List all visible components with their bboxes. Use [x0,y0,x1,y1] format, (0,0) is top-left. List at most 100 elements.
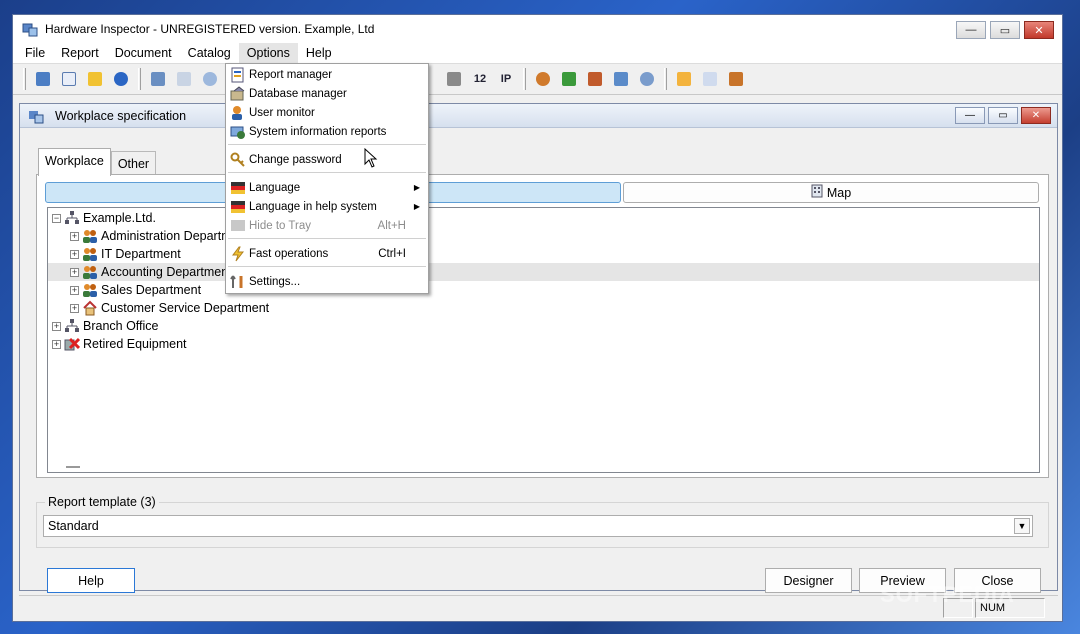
refresh-icon[interactable] [636,68,658,90]
workplace-tree[interactable]: − Example.Ltd. + Administration Departme… [47,207,1040,473]
org-chart-icon [64,210,80,226]
toolbar-grip[interactable] [23,68,26,90]
menu-item-change-password[interactable]: Change password [226,150,428,169]
tree-node-administration[interactable]: + Administration Department [48,227,1039,245]
minimize-button[interactable]: — [956,21,986,39]
tools-icon[interactable] [725,68,747,90]
tree-node-retired-equipment[interactable]: + Retired Equipment [48,335,1039,353]
report-icon[interactable] [673,68,695,90]
menu-item-system-information-reports[interactable]: System information reports [226,122,428,141]
inner-close-button[interactable]: ✕ [1021,107,1051,124]
ip-icon[interactable]: IP [495,68,517,90]
tree-label: Branch Office [83,319,159,333]
retired-red-x-icon [64,336,81,352]
user-monitor-icon [230,105,246,121]
inner-minimize-button[interactable]: — [955,107,985,124]
tab-other[interactable]: Other [110,151,157,176]
help-icon[interactable] [84,68,106,90]
menu-item-user-monitor[interactable]: User monitor [226,103,428,122]
menu-item-fast-operations[interactable]: Fast operations Ctrl+I [226,244,428,263]
expand-toggle[interactable]: + [52,321,61,331]
list-icon[interactable] [173,68,195,90]
expand-toggle[interactable]: + [70,267,79,277]
inner-restore-button[interactable]: ▭ [988,107,1018,124]
menu-separator [228,238,426,239]
expand-toggle[interactable]: + [70,231,79,241]
number-icon[interactable]: 12 [469,68,491,90]
menu-separator [228,266,426,267]
mouse-cursor-icon [364,147,378,171]
menu-item-report-manager[interactable]: Report manager [226,65,428,84]
network-icon[interactable] [147,68,169,90]
menu-options[interactable]: Options [238,43,298,63]
house-icon [82,300,98,316]
menu-help[interactable]: Help [298,43,340,63]
chevron-down-icon[interactable]: ▼ [1014,518,1030,534]
designer-button[interactable]: Designer [765,568,852,593]
document-icon[interactable] [58,68,80,90]
close-window-button[interactable]: ✕ [1024,21,1054,39]
menu-item-language[interactable]: Language ▶ [226,178,428,197]
tree-node-customer-service[interactable]: + Customer Service Department [48,299,1039,317]
tree-node-sales[interactable]: + Sales Department [48,281,1039,299]
users-group-icon [82,246,98,262]
expand-toggle[interactable]: + [52,339,61,349]
toolbar-separator [523,68,526,90]
computers-icon[interactable] [610,68,632,90]
info-icon[interactable] [110,68,132,90]
title-bar: Hardware Inspector - UNREGISTERED versio… [13,15,1062,43]
report-manager-icon [230,67,246,83]
tree-node-it[interactable]: + IT Department [48,245,1039,263]
collapse-toggle[interactable]: − [52,213,61,223]
tab-workplace[interactable]: Workplace [38,148,111,176]
toolbar-separator [664,68,667,90]
user-icon[interactable] [532,68,554,90]
expand-toggle[interactable]: + [70,285,79,295]
tree-label: IT Department [101,247,181,261]
system-info-icon [230,124,246,140]
workplace-window-icon [28,108,44,124]
maximize-button[interactable]: ▭ [990,21,1020,39]
language-flag-icon [230,180,246,196]
menu-separator [228,172,426,173]
menu-report[interactable]: Report [53,43,107,63]
menu-file[interactable]: File [17,43,53,63]
report-template-select[interactable]: Standard ▼ [43,515,1033,537]
submenu-arrow-icon: ▶ [413,183,420,192]
menu-document[interactable]: Document [107,43,180,63]
tree-label: Accounting Department [101,265,232,279]
users-group-icon [82,264,98,280]
tree-node-accounting[interactable]: + Accounting Department [48,263,1039,281]
horizontal-scroll-indicator[interactable] [66,466,80,468]
lightning-icon [230,246,246,262]
menu-item-settings[interactable]: Settings... [226,272,428,291]
expand-toggle[interactable]: + [70,303,79,313]
help-button[interactable]: Help [47,568,135,593]
users-icon[interactable] [558,68,580,90]
menu-bar: File Report Document Catalog Options Hel… [13,43,1062,63]
tools-icon [230,274,246,290]
search-icon[interactable] [199,68,221,90]
report-template-group: Report template (3) Standard ▼ [36,495,1049,548]
menu-item-language-in-help-system[interactable]: Language in help system ▶ [226,197,428,216]
workplace-title: Workplace specification [55,108,187,123]
factory-icon[interactable] [584,68,606,90]
tree-node-branch-office[interactable]: + Branch Office [48,317,1039,335]
report-template-label: Report template (3) [45,495,159,509]
language-flag-icon [230,199,246,215]
workplace-icon[interactable] [32,68,54,90]
expand-toggle[interactable]: + [70,249,79,259]
app-icon [21,20,39,38]
map-view-toggle[interactable]: Map [623,182,1039,203]
menu-catalog[interactable]: Catalog [180,43,239,63]
menu-item-database-manager[interactable]: Database manager [226,84,428,103]
window-title: Hardware Inspector - UNREGISTERED versio… [45,22,375,36]
tab-strip: Workplace Other [38,148,157,176]
tree-node-example-ltd[interactable]: − Example.Ltd. [48,209,1039,227]
hardware-icon[interactable] [443,68,465,90]
submenu-arrow-icon: ▶ [413,202,420,211]
tree-label: Example.Ltd. [83,211,156,225]
menu-item-hide-to-tray[interactable]: Hide to Tray Alt+H [226,216,428,235]
monitor-icon[interactable] [699,68,721,90]
main-window: Hardware Inspector - UNREGISTERED versio… [12,14,1063,622]
